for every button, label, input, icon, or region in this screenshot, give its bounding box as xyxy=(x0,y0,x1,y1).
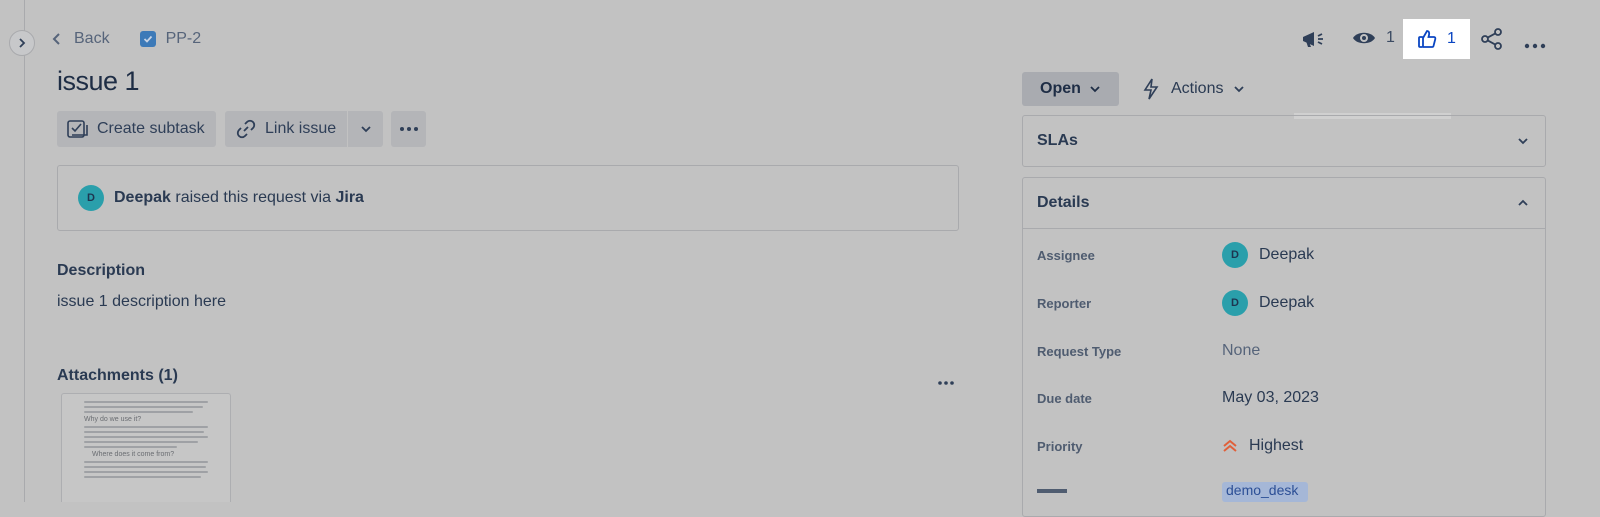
watch-count: 1 xyxy=(1386,29,1395,46)
field-label: Reporter xyxy=(1037,295,1092,311)
status-dropdown[interactable]: Open xyxy=(1022,72,1119,106)
avatar: D xyxy=(78,185,104,211)
raised-text: raised this request via xyxy=(175,189,332,206)
field-priority: Priority Highest xyxy=(1037,433,1303,459)
actions-dropdown[interactable]: Actions xyxy=(1141,72,1245,106)
field-assignee: Assignee D Deepak xyxy=(1037,242,1314,268)
link-issue-dropdown-button[interactable] xyxy=(348,111,383,147)
chevron-right-icon xyxy=(19,38,26,48)
left-rail-divider xyxy=(24,0,25,502)
link-icon xyxy=(236,119,256,139)
issue-title[interactable]: issue 1 xyxy=(57,66,140,97)
assignee-value[interactable]: D Deepak xyxy=(1222,242,1314,268)
priority-highest-icon xyxy=(1223,439,1237,452)
link-issue-label: Link issue xyxy=(265,120,337,137)
field-due-date: Due date May 03, 2023 xyxy=(1037,385,1319,411)
assignee-name: Deepak xyxy=(1259,246,1315,263)
field-label: Request Type xyxy=(1037,343,1122,359)
actions-label: Actions xyxy=(1171,80,1224,97)
due-date-value[interactable]: May 03, 2023 xyxy=(1222,389,1319,407)
attachments-heading: Attachments (1) xyxy=(57,367,178,384)
megaphone-icon xyxy=(1303,32,1323,47)
lightning-icon xyxy=(1143,78,1159,100)
field-label: Assignee xyxy=(1037,247,1095,263)
field-label: Due date xyxy=(1037,390,1092,406)
details-header[interactable]: Details xyxy=(1023,178,1545,229)
request-origin-panel: D Deepak raised this request via Jira xyxy=(57,165,959,231)
chevron-down-icon xyxy=(1518,138,1528,145)
create-subtask-label: Create subtask xyxy=(97,120,205,137)
more-icon xyxy=(399,127,418,131)
share-icon xyxy=(1481,28,1502,50)
share-button[interactable] xyxy=(1481,28,1503,55)
field-reporter: Reporter D Deepak xyxy=(1037,290,1314,316)
label-tag[interactable]: demo_desk xyxy=(1222,482,1308,502)
field-request-type: Request Type None xyxy=(1037,338,1260,364)
breadcrumb: Back PP-2 xyxy=(52,30,201,48)
more-icon xyxy=(1524,43,1546,49)
eye-icon xyxy=(1353,32,1375,44)
attachments-more-button[interactable] xyxy=(937,373,955,391)
request-type-value[interactable]: None xyxy=(1222,342,1260,360)
more-actions-button[interactable] xyxy=(391,111,426,147)
chevron-down-icon xyxy=(1234,86,1245,93)
chevron-down-icon xyxy=(360,126,371,133)
field-labels-label xyxy=(1037,486,1077,502)
chevron-left-icon xyxy=(52,33,60,45)
request-channel: Jira xyxy=(335,189,364,206)
expand-sidebar-button[interactable] xyxy=(9,30,35,56)
details-heading: Details xyxy=(1037,194,1090,211)
back-link[interactable]: Back xyxy=(52,30,110,48)
thumbnail-heading: Why do we use it? xyxy=(84,416,142,423)
priority-value[interactable]: Highest xyxy=(1222,437,1303,455)
link-issue-button[interactable]: Link issue xyxy=(225,111,347,147)
avatar: D xyxy=(1222,290,1248,316)
more-options-button[interactable] xyxy=(1524,36,1546,54)
thumbs-up-icon xyxy=(1418,30,1437,48)
priority-label: Highest xyxy=(1249,437,1304,454)
task-type-icon xyxy=(139,31,156,47)
like-count: 1 xyxy=(1447,30,1456,47)
more-icon xyxy=(938,381,954,385)
like-button[interactable]: 1 xyxy=(1403,19,1470,59)
issue-key-link[interactable]: PP-2 xyxy=(139,30,202,48)
chevron-up-icon xyxy=(1518,199,1528,206)
slas-heading: SLAs xyxy=(1037,132,1078,149)
issue-key: PP-2 xyxy=(165,30,202,47)
slas-panel[interactable]: SLAs xyxy=(1022,115,1546,167)
thumbnail-heading: Where does it come from? xyxy=(92,451,175,458)
create-subtask-button[interactable]: Create subtask xyxy=(57,111,216,147)
feedback-button[interactable] xyxy=(1300,27,1326,56)
field-label: Priority xyxy=(1037,438,1083,454)
description-body[interactable]: issue 1 description here xyxy=(57,293,226,311)
back-label: Back xyxy=(74,30,110,47)
avatar: D xyxy=(1222,242,1248,268)
description-heading: Description xyxy=(57,262,146,279)
reporter-name[interactable]: Deepak xyxy=(114,189,171,206)
watch-button[interactable]: 1 xyxy=(1352,29,1395,47)
reporter-value[interactable]: D Deepak xyxy=(1222,290,1314,316)
attachment-thumbnail[interactable]: Why do we use it? Where does it come fro… xyxy=(61,393,231,502)
status-label: Open xyxy=(1040,80,1081,97)
subtask-icon xyxy=(67,120,88,138)
reporter-name: Deepak xyxy=(1259,294,1315,311)
chevron-down-icon xyxy=(1090,86,1100,93)
